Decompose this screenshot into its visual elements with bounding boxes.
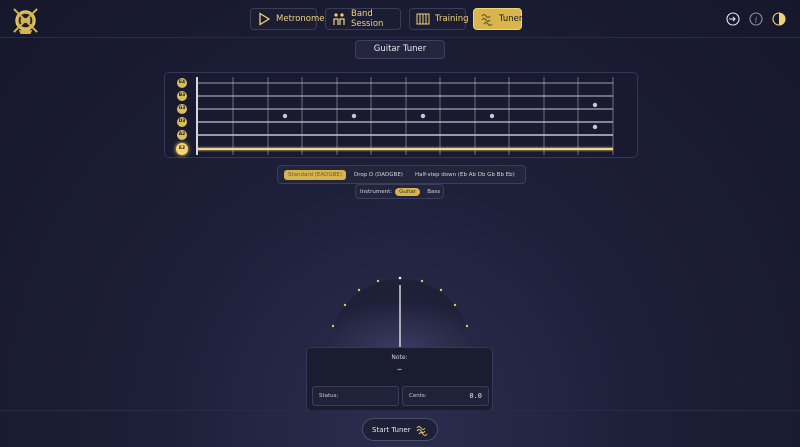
page-title: Guitar Tuner	[355, 40, 445, 59]
nav-training-button[interactable]: Training	[409, 8, 469, 30]
cents-label: Cents:	[409, 393, 427, 399]
tuning-presets: Standard (EADGBE) Drop D (DADGBE) Half-s…	[277, 165, 526, 184]
status-box: Status:	[312, 386, 399, 406]
start-tuner-label: Start Tuner	[372, 425, 411, 434]
fretboard: E4 B3 G3 D3 A2 E2	[164, 72, 638, 158]
string-badge-g3[interactable]: G3	[177, 104, 187, 114]
login-icon[interactable]	[726, 11, 740, 26]
nav-tuner-label: Tuner	[499, 14, 523, 24]
nav-metronome-button[interactable]: Metronome	[250, 8, 325, 30]
nav-tuner-button[interactable]: Tuner	[473, 8, 522, 30]
tuning-standard[interactable]: Standard (EADGBE)	[284, 169, 347, 180]
instrument-guitar-option[interactable]: Guitar	[395, 187, 421, 196]
fretboard-graphic	[196, 77, 614, 155]
nav-metronome-label: Metronome	[276, 14, 325, 24]
top-right-icons: i	[726, 11, 786, 26]
training-icon	[416, 13, 430, 25]
cents-box: Cents: 0.0	[402, 386, 489, 406]
instrument-label: Instrument:	[360, 188, 393, 195]
tuning-half-step-down[interactable]: Half-step down (Eb Ab Db Gb Bb Eb)	[411, 170, 519, 180]
string-badge-e4[interactable]: E4	[177, 78, 187, 88]
bottom-bar: Start Tuner	[0, 410, 800, 447]
note-value: –	[397, 364, 402, 375]
info-icon[interactable]: i	[749, 11, 763, 26]
play-icon	[259, 12, 271, 26]
tuning-gauge	[300, 265, 500, 355]
note-label: Note:	[391, 354, 408, 361]
nav-band-session-button[interactable]: Band Session	[325, 8, 401, 30]
tuner-icon	[481, 13, 493, 26]
cents-value: 0.0	[469, 392, 482, 400]
svg-text:i: i	[755, 16, 758, 25]
nav-training-label: Training	[435, 14, 469, 24]
string-badge-a2[interactable]: A2	[177, 130, 187, 140]
instrument-selector: Instrument: Guitar Bass	[355, 184, 444, 199]
string-badge-b3[interactable]: B3	[177, 91, 187, 101]
note-readout-panel: Note: – Status: Cents: 0.0	[306, 347, 493, 411]
waveform-icon	[416, 425, 428, 436]
crest-logo-icon[interactable]	[11, 6, 40, 35]
start-tuner-button[interactable]: Start Tuner	[362, 418, 438, 441]
nav-band-session-label: Band Session	[351, 9, 384, 29]
string-badge-d3[interactable]: D3	[177, 117, 187, 127]
tuning-drop-d[interactable]: Drop D (DADGBE)	[350, 170, 407, 180]
status-label: Status:	[319, 393, 339, 399]
instrument-bass-option[interactable]: Bass	[423, 188, 444, 196]
contrast-icon[interactable]	[772, 11, 786, 26]
string-badge-e2[interactable]: E2	[176, 143, 188, 155]
top-bar: Metronome Band Session Training Tuner i	[0, 0, 800, 38]
band-icon	[333, 13, 345, 25]
